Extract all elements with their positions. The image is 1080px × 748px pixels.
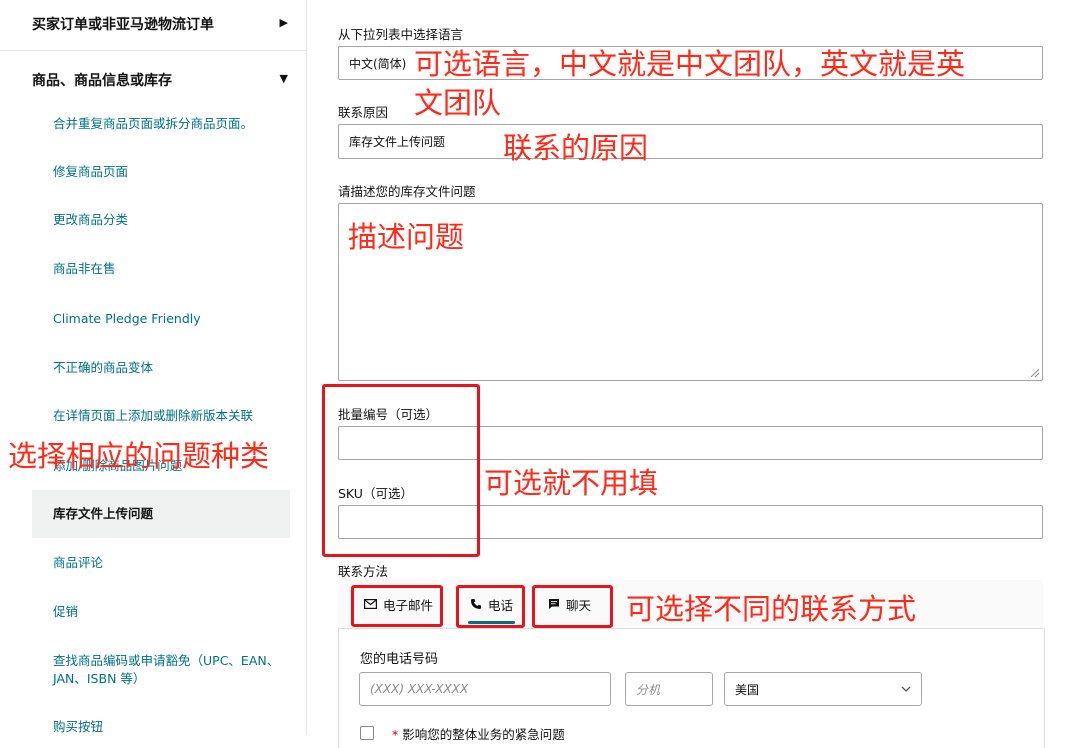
section-title: 商品、商品信息或库存	[32, 73, 172, 89]
sidebar-item-inventory-upload[interactable]: 库存文件上传问题	[32, 490, 290, 538]
section-title: 买家订单或非亚马逊物流订单	[32, 17, 214, 33]
section-buyer-orders[interactable]: 买家订单或非亚马逊物流订单 ▶	[0, 14, 306, 34]
annotation-optional: 可选就不用填	[484, 466, 659, 500]
resize-handle-icon[interactable]	[1029, 367, 1039, 377]
extension-input[interactable]: 分机	[625, 672, 713, 706]
country-select[interactable]: 美国	[724, 672, 922, 706]
phone-number-input[interactable]: (XXX) XXX-XXXX	[359, 672, 611, 706]
divider	[0, 50, 306, 51]
describe-label: 请描述您的库存文件问题	[338, 184, 476, 199]
country-value: 美国	[735, 682, 760, 697]
reason-value: 库存文件上传问题	[349, 135, 446, 149]
annotation-describe: 描述问题	[348, 220, 465, 254]
annotation-box-chat-tab	[532, 585, 613, 628]
annotation-language-2: 文团队	[414, 86, 502, 120]
sidebar-item-change-category[interactable]: 更改商品分类	[32, 211, 290, 229]
sidebar-item-promotions[interactable]: 促销	[32, 603, 290, 621]
caret-right-icon: ▶	[279, 16, 288, 29]
sidebar-item-incorrect-variation[interactable]: 不正确的商品变体	[32, 359, 290, 377]
sidebar-item-climate-pledge[interactable]: Climate Pledge Friendly	[32, 310, 290, 328]
annotation-box-optional-fields	[322, 384, 480, 557]
annotation-contact: 可选择不同的联系方式	[626, 592, 917, 626]
sidebar-item-fix-page[interactable]: 修复商品页面	[32, 163, 290, 181]
reason-label: 联系原因	[338, 105, 389, 120]
chevron-down-icon	[901, 686, 911, 692]
language-label: 从下拉列表中选择语言	[338, 27, 464, 42]
sidebar: 买家订单或非亚马逊物流订单 ▶ 商品、商品信息或库存 ▼ 合并重复商品页面或拆分…	[0, 0, 307, 735]
annotation-box-email-tab	[351, 585, 443, 627]
sidebar-item-edition-link[interactable]: 在详情页面上添加或删除新版本关联	[32, 407, 290, 425]
sidebar-item-not-for-sale[interactable]: 商品非在售	[32, 260, 290, 278]
urgent-label: * 影响您的整体业务的紧急问题	[392, 727, 565, 742]
section-products[interactable]: 商品、商品信息或库存 ▼	[0, 70, 306, 90]
contact-method-label: 联系方法	[338, 564, 389, 579]
language-value: 中文(简体)	[349, 56, 407, 71]
caret-down-icon: ▼	[279, 72, 288, 85]
annotation-category: 选择相应的问题种类	[8, 439, 270, 473]
reason-field[interactable]: 库存文件上传问题	[338, 124, 1043, 159]
sidebar-item-merge-pages[interactable]: 合并重复商品页面或拆分商品页面。	[32, 115, 290, 133]
urgent-checkbox[interactable]	[360, 726, 374, 740]
extension-placeholder: 分机	[636, 682, 661, 697]
annotation-reason: 联系的原因	[503, 131, 649, 165]
phone-placeholder: (XXX) XXX-XXXX	[370, 682, 469, 696]
annotation-box-phone-tab	[456, 585, 525, 628]
sidebar-item-buy-box[interactable]: 购买按钮	[32, 718, 290, 735]
annotation-language: 可选语言，中文就是中文团队，英文就是英	[414, 47, 966, 81]
sidebar-item-product-codes[interactable]: 查找商品编码或申请豁免（UPC、EAN、JAN、ISBN 等）	[32, 652, 290, 688]
sidebar-item-label: 库存文件上传问题	[53, 506, 154, 521]
phone-number-label: 您的电话号码	[360, 652, 439, 667]
sidebar-item-reviews[interactable]: 商品评论	[32, 554, 290, 572]
